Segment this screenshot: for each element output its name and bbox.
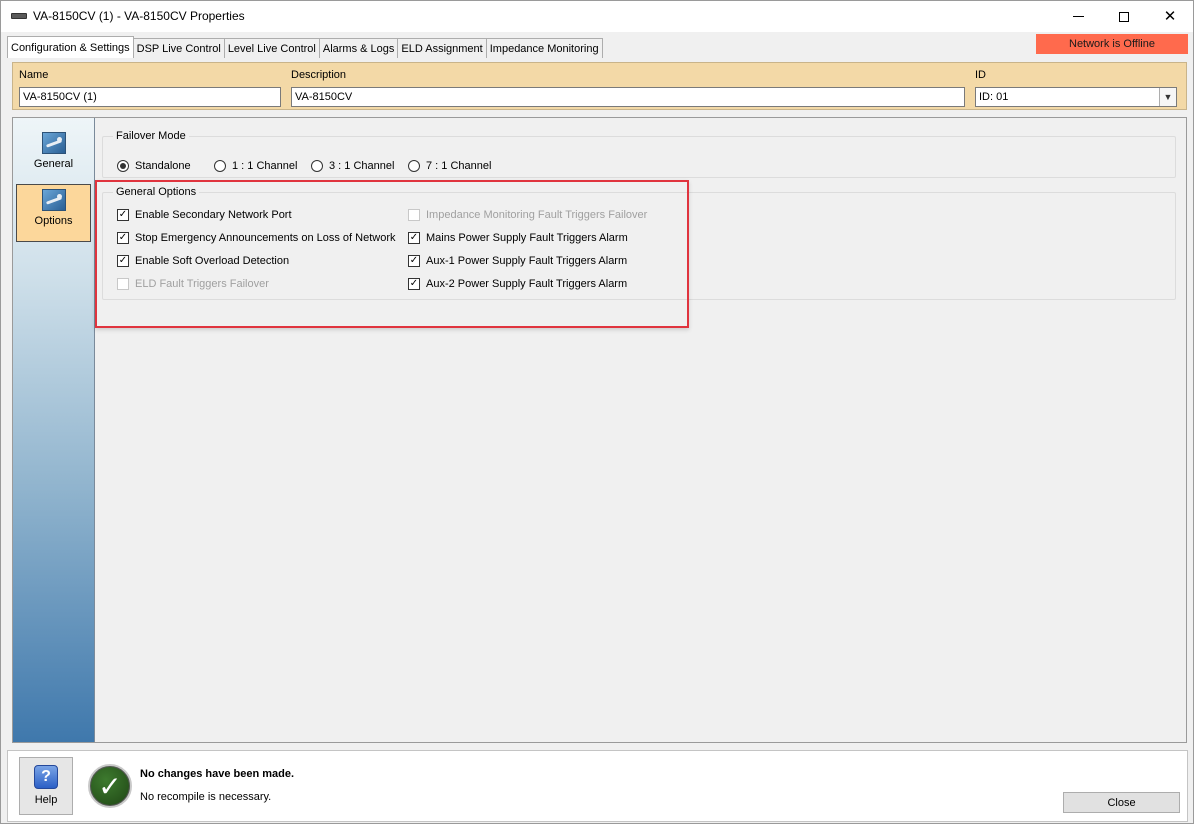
radio-3-1-channel[interactable]: 3 : 1 Channel [311,160,394,172]
checkbox-label: Mains Power Supply Fault Triggers Alarm [426,232,628,244]
settings-wrench-icon [41,189,66,211]
radio-label: 3 : 1 Channel [329,160,395,172]
close-icon: ✕ [1163,8,1177,25]
tab-eld-assignment[interactable]: ELD Assignment [397,38,487,58]
status-footer: ? Help ✓ No changes have been made. No r… [7,750,1188,822]
id-select[interactable]: ID: 01 ▼ [975,87,1177,107]
tab-bar: Configuration & Settings DSP Live Contro… [7,36,603,58]
window-title: VA-8150CV (1) - VA-8150CV Properties [33,9,245,23]
checkbox-label: Impedance Monitoring Fault Triggers Fail… [426,209,648,221]
device-icon [11,13,27,19]
radio-label: 7 : 1 Channel [426,160,492,172]
failover-mode-group: Failover Mode Standalone 1 : 1 Channel 3… [102,130,1176,178]
checkbox-checked-icon[interactable]: ✓ [117,209,129,221]
description-label: Description [291,69,347,81]
sidebar-item-label: Options [34,215,73,227]
id-select-value: ID: 01 [979,91,1009,103]
sidebar-item-label: General [33,158,74,170]
close-button[interactable]: Close [1063,792,1180,813]
settings-wrench-icon [41,132,66,154]
close-window-button[interactable]: ✕ [1147,1,1193,32]
checkbox-soft-overload-detection[interactable]: ✓ Enable Soft Overload Detection [117,255,289,267]
checkbox-label: Enable Secondary Network Port [135,209,292,221]
properties-window: VA-8150CV (1) - VA-8150CV Properties ✕ C… [0,0,1194,824]
checkbox-impedance-fault-failover: Impedance Monitoring Fault Triggers Fail… [408,209,647,221]
checkbox-checked-icon[interactable]: ✓ [117,232,129,244]
name-label: Name [19,69,49,81]
radio-icon[interactable] [311,160,323,172]
minimize-button[interactable] [1055,1,1101,32]
radio-label: 1 : 1 Channel [232,160,298,172]
radio-label: Standalone [135,160,191,172]
sidebar-item-options[interactable]: Options [16,184,91,242]
checkbox-mains-power-alarm[interactable]: ✓ Mains Power Supply Fault Triggers Alar… [408,232,628,244]
checkbox-label: Aux-2 Power Supply Fault Triggers Alarm [426,278,628,290]
sidebar: General Options [13,118,95,742]
maximize-button[interactable] [1101,1,1147,32]
checkbox-label: Aux-1 Power Supply Fault Triggers Alarm [426,255,628,267]
name-input[interactable] [19,87,281,107]
minimize-icon [1072,16,1084,17]
maximize-icon [1119,11,1129,22]
tab-configuration-settings[interactable]: Configuration & Settings [7,36,134,58]
checkbox-checked-icon[interactable]: ✓ [408,255,420,267]
radio-selected-icon[interactable] [117,160,129,172]
radio-standalone[interactable]: Standalone [117,160,191,172]
checkbox-label: Stop Emergency Announcements on Loss of … [135,232,396,244]
tab-alarms-logs[interactable]: Alarms & Logs [318,38,399,58]
help-question-icon: ? [34,765,58,789]
help-label: Help [34,794,58,806]
radio-1-1-channel[interactable]: 1 : 1 Channel [214,160,297,172]
tab-level-live-control[interactable]: Level Live Control [223,38,320,58]
sidebar-item-general[interactable]: General [16,128,91,186]
checkbox-aux2-power-alarm[interactable]: ✓ Aux-2 Power Supply Fault Triggers Alar… [408,278,627,290]
checkbox-checked-icon[interactable]: ✓ [117,255,129,267]
status-message-title: No changes have been made. [140,768,295,780]
checkbox-checked-icon[interactable]: ✓ [408,232,420,244]
help-button[interactable]: ? Help [19,757,73,815]
device-header-panel: Name Description ID ID: 01 ▼ [12,62,1187,110]
checkbox-label: ELD Fault Triggers Failover [135,278,269,290]
checkmark-ok-icon: ✓ [88,764,132,808]
checkbox-aux1-power-alarm[interactable]: ✓ Aux-1 Power Supply Fault Triggers Alar… [408,255,627,267]
description-input[interactable] [291,87,965,107]
checkbox-stop-emergency-announcements[interactable]: ✓ Stop Emergency Announcements on Loss o… [117,232,395,244]
id-label: ID [975,69,986,81]
radio-icon[interactable] [408,160,420,172]
checkbox-icon [408,209,420,221]
radio-7-1-channel[interactable]: 7 : 1 Channel [408,160,491,172]
failover-mode-title: Failover Mode [113,130,189,142]
general-options-title: General Options [113,186,200,198]
checkbox-secondary-network-port[interactable]: ✓ Enable Secondary Network Port [117,209,292,221]
chevron-down-icon[interactable]: ▼ [1159,88,1176,106]
general-options-group: General Options ✓ Enable Secondary Netwo… [102,186,1176,300]
radio-icon[interactable] [214,160,226,172]
network-status-badge: Network is Offline [1036,34,1188,54]
checkbox-label: Enable Soft Overload Detection [135,255,290,267]
checkbox-checked-icon[interactable]: ✓ [408,278,420,290]
main-area: General Options Failover Mode Standalone… [12,117,1187,743]
status-message-subtitle: No recompile is necessary. [140,791,272,803]
options-content: Failover Mode Standalone 1 : 1 Channel 3… [96,118,1186,742]
tab-dsp-live-control[interactable]: DSP Live Control [132,38,225,58]
checkbox-eld-fault-failover: ELD Fault Triggers Failover [117,278,269,290]
title-bar: VA-8150CV (1) - VA-8150CV Properties ✕ [1,1,1193,32]
checkbox-icon [117,278,129,290]
tab-impedance-monitoring[interactable]: Impedance Monitoring [485,38,603,58]
